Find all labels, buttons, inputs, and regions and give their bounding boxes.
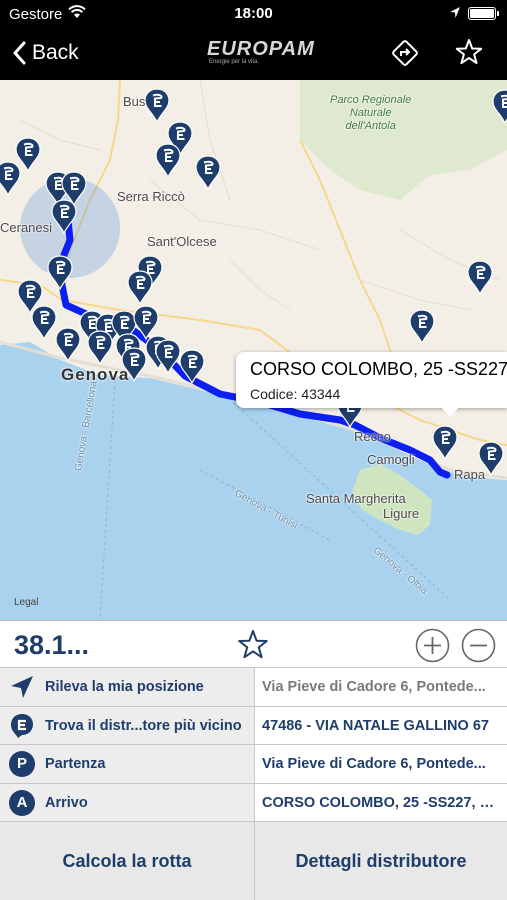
place-sant-olcese: Sant'Olcese — [147, 234, 217, 249]
back-button[interactable]: Back — [12, 38, 79, 68]
arrival-a-icon: A — [9, 789, 35, 816]
departure-p-icon: P — [9, 751, 35, 777]
station-pin[interactable] — [55, 327, 81, 363]
detect-position-label: Rileva la mia posizione — [45, 679, 204, 695]
detect-position-value: Via Pieve di Cadore 6, Pontede... — [262, 679, 486, 695]
place-rapallo: Rapa — [454, 467, 486, 482]
location-services-icon — [450, 7, 460, 18]
departure-row[interactable]: P Partenza Via Pieve di Cadore 6, Ponted… — [0, 744, 507, 783]
map-canvas — [0, 80, 507, 620]
station-pin[interactable] — [144, 88, 170, 124]
park-label-3: dell'Antola — [345, 120, 396, 132]
chevron-left-icon — [13, 41, 26, 65]
favorite-star-button[interactable] — [454, 37, 484, 67]
place-busalla: Bus — [123, 94, 146, 109]
distance-bar: 38.1... — [0, 620, 507, 667]
nearest-station-value: 47486 - VIA NATALE GALLINO 67 — [262, 717, 489, 734]
back-label: Back — [32, 41, 79, 64]
arrival-label: Arrivo — [45, 794, 88, 811]
logo-tagline: Energie per la vita. — [209, 59, 260, 65]
zoom-in-button[interactable] — [415, 628, 450, 663]
station-pin[interactable] — [409, 309, 435, 345]
logo-text: EUROPAM — [207, 38, 315, 60]
station-details-button[interactable]: Dettagli distributore — [255, 822, 507, 900]
departure-label: Partenza — [45, 756, 106, 772]
europam-logo: EUROPAM Energie per la vita. — [205, 38, 314, 70]
battery-icon — [468, 7, 499, 20]
detect-position-row[interactable]: Rileva la mia posizione Via Pieve di Cad… — [0, 667, 507, 706]
place-camogli: Camogli — [367, 452, 415, 467]
park-label-1: Parco Regionale — [330, 94, 412, 106]
place-parco-antola: Parco Regionale Naturale dell'Antola — [330, 94, 411, 133]
place-santa-margherita: Santa Margherita — [306, 491, 406, 506]
station-pin[interactable] — [15, 137, 41, 173]
legal-link[interactable]: Legal — [14, 597, 38, 608]
location-arrow-icon — [11, 676, 33, 698]
station-pin[interactable] — [467, 260, 493, 296]
place-ligure: Ligure — [383, 506, 420, 521]
place-serra-ricco: Serra Riccò — [117, 189, 185, 204]
europam-e-icon — [11, 713, 33, 738]
calculate-route-button[interactable]: Calcola la rotta — [0, 822, 255, 900]
station-pin[interactable] — [432, 425, 458, 461]
station-pin[interactable] — [31, 305, 57, 341]
arrival-row[interactable]: A Arrivo CORSO COLOMBO, 25 -SS227, R... — [0, 782, 507, 821]
callout-pointer — [441, 407, 459, 417]
station-pin[interactable] — [87, 330, 113, 366]
directions-button[interactable] — [390, 38, 420, 68]
station-pin[interactable] — [0, 161, 21, 197]
park-label-2: Naturale — [349, 107, 392, 119]
departure-value: Via Pieve di Cadore 6, Pontede... — [262, 756, 486, 772]
station-pin[interactable] — [155, 143, 181, 179]
add-favorite-star-button[interactable] — [236, 628, 270, 662]
zoom-out-button[interactable] — [461, 628, 496, 663]
navigation-bar: Back EUROPAM Energie per la vita. — [0, 28, 507, 80]
route-options-list: Rileva la mia posizione Via Pieve di Cad… — [0, 667, 507, 821]
callout-station-name: CORSO COLOMBO, 25 -SS227 — [250, 359, 507, 379]
nearest-station-row[interactable]: Trova il distr...tore più vicino 47486 -… — [0, 705, 507, 744]
station-pin[interactable] — [127, 270, 153, 306]
route-distance: 38.1... — [14, 630, 90, 660]
status-bar: Gestore 18:00 — [0, 0, 507, 28]
nearest-station-label: Trova il distr...tore più vicino — [45, 717, 242, 734]
callout-station-code: Codice: 43344 — [250, 386, 341, 402]
arrival-value: CORSO COLOMBO, 25 -SS227, R... — [262, 794, 500, 811]
place-recco: Recco — [354, 429, 391, 444]
clock: 18:00 — [234, 5, 273, 22]
station-pin[interactable] — [47, 255, 73, 291]
place-ceranesi: Ceranesi — [0, 220, 53, 235]
row-left-cell — [0, 783, 255, 821]
map-view[interactable]: Bus Serra Riccò Ceranesi Sant'Olcese Gen… — [0, 80, 507, 620]
row-left-cell — [0, 745, 255, 783]
station-pin[interactable] — [195, 155, 221, 191]
station-callout[interactable]: CORSO COLOMBO, 25 -SS227 Codice: 43344 — [236, 352, 507, 408]
bottom-action-bar: Calcola la rotta Dettagli distributore — [0, 821, 507, 900]
